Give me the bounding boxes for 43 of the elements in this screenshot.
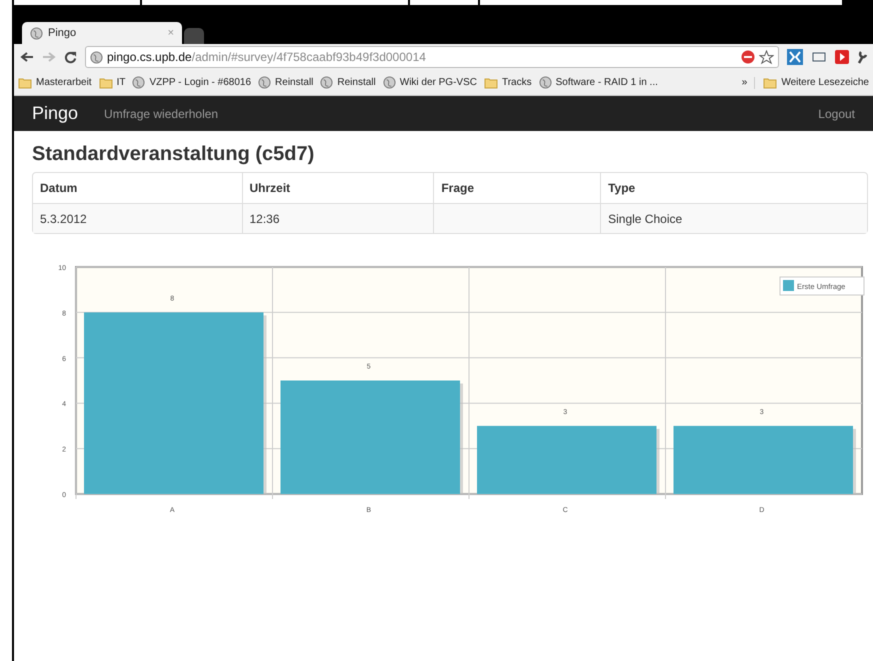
globe-icon (258, 76, 272, 89)
nav-link[interactable]: Umfrage wiederholen (104, 106, 218, 120)
stop-sign-icon[interactable] (741, 50, 755, 64)
bookmark[interactable]: Software - RAID 1 in ... (538, 76, 658, 89)
bookmark[interactable]: IT (98, 76, 126, 88)
play-icon[interactable] (835, 50, 849, 64)
globe-icon (382, 76, 396, 89)
back-icon[interactable] (20, 51, 34, 63)
table-cell: 5.3.2012 (40, 212, 87, 226)
bookmark[interactable]: Reinstall (258, 76, 314, 89)
table-cell: 12:36 (250, 212, 280, 226)
bookmark[interactable]: Tracks (484, 76, 532, 88)
more-bookmarks-button[interactable]: » (742, 77, 748, 88)
folder-icon (98, 76, 113, 88)
star-icon[interactable] (759, 50, 774, 64)
extension-icon[interactable] (787, 49, 803, 65)
globe-icon (538, 76, 552, 89)
bookmark[interactable]: Reinstall (320, 76, 376, 89)
globe-icon (90, 50, 103, 64)
address-bar[interactable]: pingo.cs.upb.de/admin/#survey/4f758caabf93b49f3d000014 (85, 46, 779, 68)
column-header: Uhrzeit (250, 181, 290, 195)
column-header: Datum (40, 181, 78, 195)
brand-logo[interactable]: Pingo (32, 103, 78, 124)
screen-icon[interactable] (811, 50, 827, 64)
globe-icon (132, 76, 146, 89)
column-header: Type (608, 181, 636, 195)
globe-icon (30, 26, 43, 40)
url-text: pingo.cs.upb.de/admin/#survey/4f758caabf93b49f3d000014 (107, 50, 426, 64)
bookmark-folder[interactable]: Weitere Lesezeiche (754, 76, 869, 88)
folder-icon (18, 76, 32, 88)
bookmark[interactable]: Wiki der PG-VSC (382, 76, 477, 89)
page-title: Standardveranstaltung (c5d7) (32, 143, 316, 166)
bookmark[interactable]: Masterarbeit (18, 76, 92, 88)
globe-icon (320, 76, 334, 89)
column-header: Frage (441, 181, 474, 195)
logout-link[interactable]: Logout (818, 106, 855, 120)
wrench-icon[interactable] (857, 50, 867, 64)
reload-icon[interactable] (64, 50, 77, 64)
folder-icon (484, 76, 498, 88)
table-cell: Single Choice (608, 212, 682, 226)
folder-icon (763, 76, 778, 88)
browser-tab[interactable]: Pingo × (22, 22, 182, 44)
bookmark[interactable]: VZPP - Login - #68016 (132, 76, 252, 89)
